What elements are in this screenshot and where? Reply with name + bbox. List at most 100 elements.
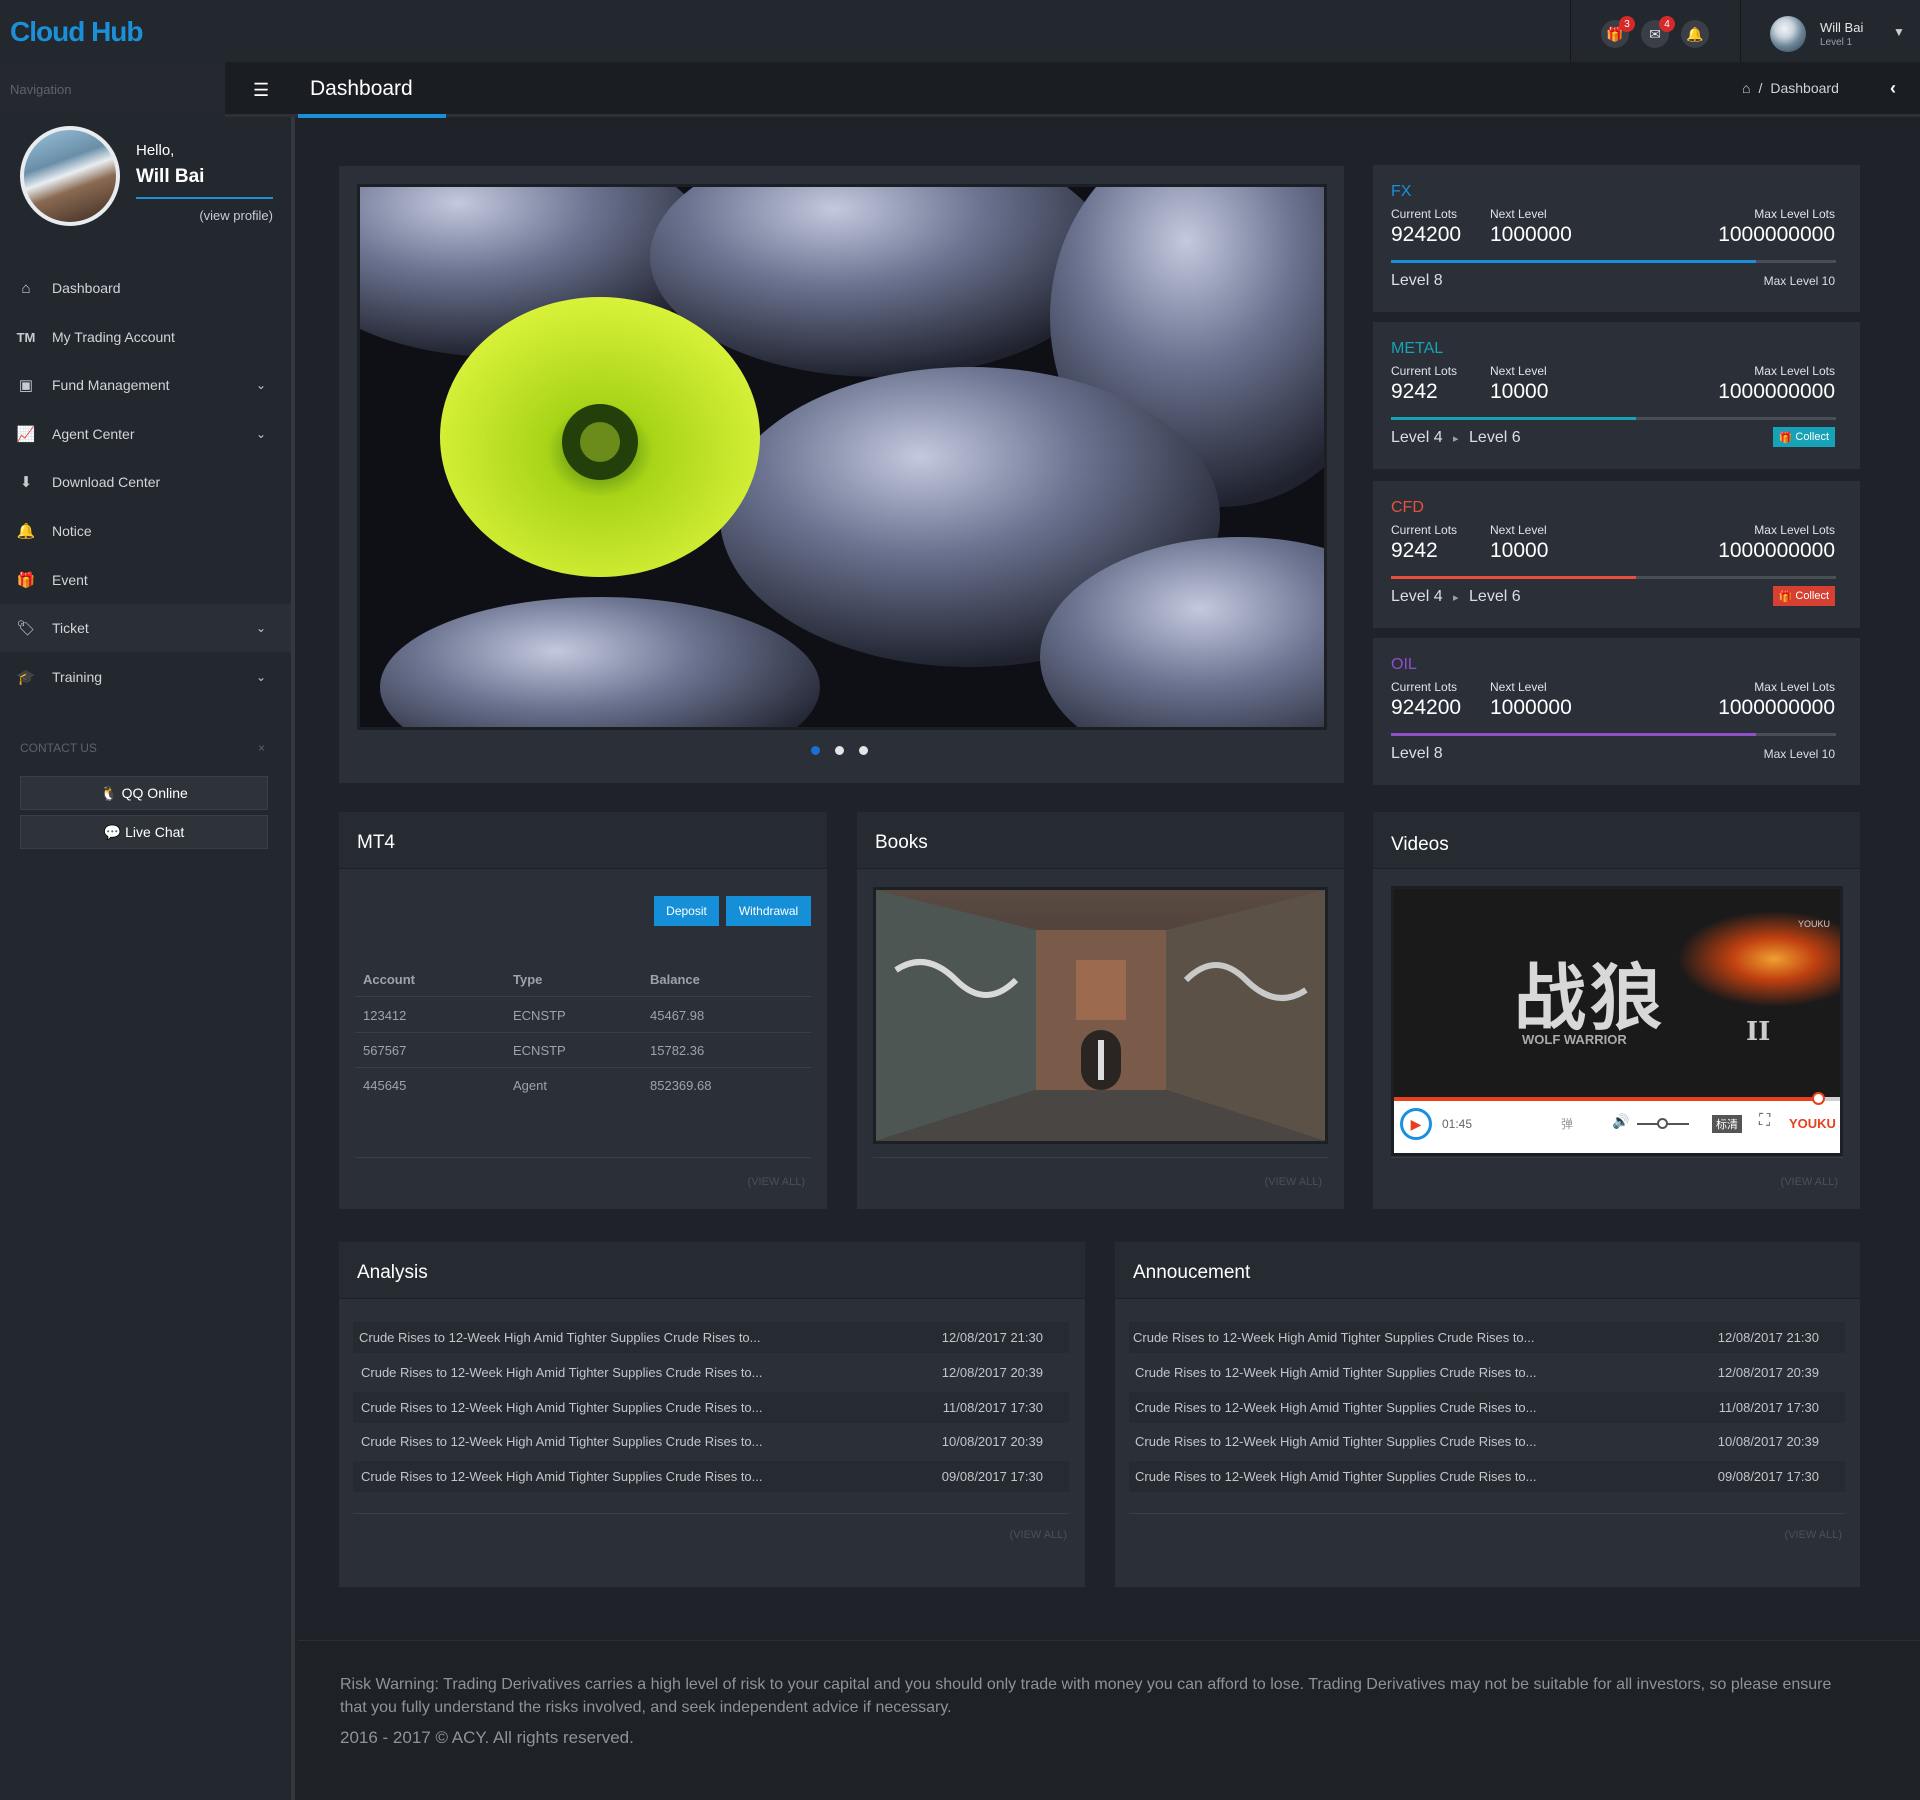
- gift-button[interactable]: 🎁 3: [1601, 16, 1635, 48]
- table-row[interactable]: 445645 Agent 852369.68: [355, 1068, 811, 1103]
- video-frame[interactable]: 战狼 WOLF WARRIOR II YOUKU: [1394, 889, 1840, 1097]
- sidebar-item-notice[interactable]: 🔔 Notice: [0, 507, 291, 555]
- list-item[interactable]: Crude Rises to 12-Week High Amid Tighter…: [353, 1322, 1069, 1353]
- divider: [1391, 1157, 1843, 1158]
- level-range: Level 4 ▸ Level 6: [1391, 588, 1521, 606]
- sidebar-item-fund-management[interactable]: ▣ Fund Management ⌄: [0, 361, 291, 409]
- panel-title: Videos: [1373, 812, 1860, 869]
- notification-button[interactable]: 🔔: [1681, 20, 1709, 48]
- next-level: Level 6: [1469, 429, 1521, 446]
- collapse-arrow-icon[interactable]: ‹: [1890, 78, 1896, 99]
- video-scrubber[interactable]: [1811, 1092, 1825, 1105]
- column-header: Balance: [650, 971, 700, 987]
- max-level-lots-label: Max Level Lots: [1754, 523, 1835, 537]
- panel-title: Analysis: [339, 1242, 1085, 1299]
- view-all-link[interactable]: (VIEW ALL): [1785, 1529, 1842, 1541]
- sidebar-item-label: Download Center: [52, 474, 161, 490]
- next-level-value: 10000: [1490, 539, 1549, 562]
- view-all-link[interactable]: (VIEW ALL): [1010, 1529, 1067, 1541]
- view-all-link[interactable]: (VIEW ALL): [1781, 1176, 1838, 1188]
- sidebar-item-training[interactable]: 🎓 Training ⌄: [0, 653, 291, 701]
- list-item[interactable]: Crude Rises to 12-Week High Amid Tighter…: [1129, 1426, 1845, 1457]
- hello-text: Hello,: [136, 142, 175, 159]
- carousel-dot[interactable]: [835, 746, 844, 755]
- list-item[interactable]: Crude Rises to 12-Week High Amid Tighter…: [353, 1426, 1069, 1457]
- chevron-down-icon[interactable]: ▼: [1893, 25, 1905, 39]
- book-cover-image[interactable]: [873, 887, 1328, 1144]
- list-item-date: 10/08/2017 20:39: [1717, 1434, 1819, 1449]
- carousel-dot[interactable]: [859, 746, 868, 755]
- sidebar-item-download-center[interactable]: ⬇ Download Center: [0, 458, 291, 506]
- carousel-image[interactable]: [357, 184, 1327, 730]
- sidebar-item-ticket[interactable]: 🏷 Ticket ⌄: [0, 604, 291, 652]
- menu-toggle-icon[interactable]: ☰: [253, 80, 269, 101]
- sidebar-item-dashboard[interactable]: ⌂ Dashboard: [0, 264, 291, 312]
- mail-button[interactable]: ✉ 4: [1641, 16, 1675, 48]
- list-item[interactable]: Crude Rises to 12-Week High Amid Tighter…: [1129, 1357, 1845, 1388]
- quality-button[interactable]: 标清: [1712, 1115, 1742, 1133]
- video-progress-fill: [1394, 1097, 1818, 1101]
- max-level-lots-value: 1000000000: [1718, 380, 1835, 403]
- view-profile-link[interactable]: (view profile): [136, 208, 273, 223]
- max-level-lots-value: 1000000000: [1718, 223, 1835, 246]
- list-item-title: Crude Rises to 12-Week High Amid Tighter…: [1135, 1434, 1537, 1449]
- books-panel: Books (VIEW ALL): [857, 812, 1344, 1209]
- max-level-lots-label: Max Level Lots: [1754, 680, 1835, 694]
- carousel-dot[interactable]: [811, 746, 820, 755]
- fullscreen-icon[interactable]: ⛶: [1759, 1112, 1770, 1130]
- panel-title: Annoucement: [1115, 1242, 1860, 1299]
- sidebar-item-agent-center[interactable]: 📈 Agent Center ⌄: [0, 410, 291, 458]
- user-name[interactable]: Will Bai: [1820, 20, 1863, 35]
- app-logo[interactable]: Cloud Hub: [10, 16, 144, 48]
- collect-button[interactable]: 🎁 Collect: [1772, 427, 1835, 447]
- sidebar-item-label: Training: [52, 669, 103, 685]
- bell-icon: 🔔: [16, 523, 36, 540]
- profile-name: Will Bai: [136, 166, 205, 187]
- play-icon[interactable]: ▶: [1400, 1108, 1432, 1140]
- analysis-panel: Analysis Crude Rises to 12-Week High Ami…: [339, 1242, 1085, 1587]
- view-all-link[interactable]: (VIEW ALL): [1265, 1176, 1322, 1188]
- volume-icon[interactable]: 🔊: [1612, 1113, 1629, 1130]
- carousel-panel: [339, 166, 1344, 783]
- live-chat-button[interactable]: 💬 Live Chat: [20, 815, 268, 849]
- sidebar-item-label: Event: [52, 572, 88, 588]
- list-item[interactable]: Crude Rises to 12-Week High Amid Tighter…: [353, 1392, 1069, 1423]
- sidebar-item-event[interactable]: 🎁 Event: [0, 556, 291, 604]
- danmu-toggle[interactable]: 弹: [1561, 1115, 1573, 1132]
- level-card-cfd: CFD Current Lots 9242 Next Level 10000 M…: [1373, 481, 1860, 628]
- divider: [1129, 1513, 1845, 1514]
- deposit-button[interactable]: Deposit: [654, 896, 719, 926]
- chevron-down-icon: ⌄: [255, 670, 266, 684]
- profile-avatar[interactable]: [20, 126, 120, 226]
- arrow-right-icon: ▸: [1453, 592, 1459, 604]
- qq-online-button[interactable]: 🐧 QQ Online: [20, 776, 268, 810]
- collect-button[interactable]: 🎁 Collect: [1772, 586, 1835, 606]
- announcement-panel: Annoucement Crude Rises to 12-Week High …: [1115, 1242, 1860, 1587]
- contact-close-icon[interactable]: ×: [258, 741, 265, 755]
- gift-badge: 3: [1619, 16, 1635, 32]
- next-level-label: Next Level: [1490, 207, 1547, 221]
- list-item[interactable]: Crude Rises to 12-Week High Amid Tighter…: [1129, 1322, 1845, 1353]
- breadcrumb-current: Dashboard: [1770, 80, 1839, 96]
- list-item[interactable]: Crude Rises to 12-Week High Amid Tighter…: [1129, 1461, 1845, 1492]
- sidebar-item-label: Ticket: [52, 620, 89, 636]
- next-level-label: Next Level: [1490, 364, 1547, 378]
- chat-icon: 💬: [103, 823, 122, 840]
- list-item[interactable]: Crude Rises to 12-Week High Amid Tighter…: [353, 1461, 1069, 1492]
- user-avatar[interactable]: [1770, 16, 1806, 52]
- video-player[interactable]: 战狼 WOLF WARRIOR II YOUKU ▶ 01:45 弹 🔊 标清 …: [1391, 886, 1843, 1156]
- level-card-name: OIL: [1391, 656, 1417, 673]
- table-row[interactable]: 567567 ECNSTP 15782.36: [355, 1033, 811, 1068]
- list-item[interactable]: Crude Rises to 12-Week High Amid Tighter…: [1129, 1392, 1845, 1423]
- withdrawal-button[interactable]: Withdrawal: [726, 896, 811, 926]
- sidebar-item-trading-account[interactable]: TM My Trading Account: [0, 313, 291, 361]
- volume-handle[interactable]: [1657, 1118, 1668, 1129]
- table-row[interactable]: 123412 ECNSTP 45467.98: [355, 998, 811, 1033]
- home-icon[interactable]: ⌂: [1742, 80, 1750, 96]
- list-item[interactable]: Crude Rises to 12-Week High Amid Tighter…: [353, 1357, 1069, 1388]
- view-all-link[interactable]: (VIEW ALL): [748, 1176, 805, 1188]
- mail-badge: 4: [1659, 16, 1675, 32]
- video-progress-track[interactable]: [1394, 1097, 1840, 1101]
- list-item-date: 12/08/2017 21:30: [941, 1330, 1043, 1345]
- youku-logo: YOUKU: [1789, 1116, 1836, 1131]
